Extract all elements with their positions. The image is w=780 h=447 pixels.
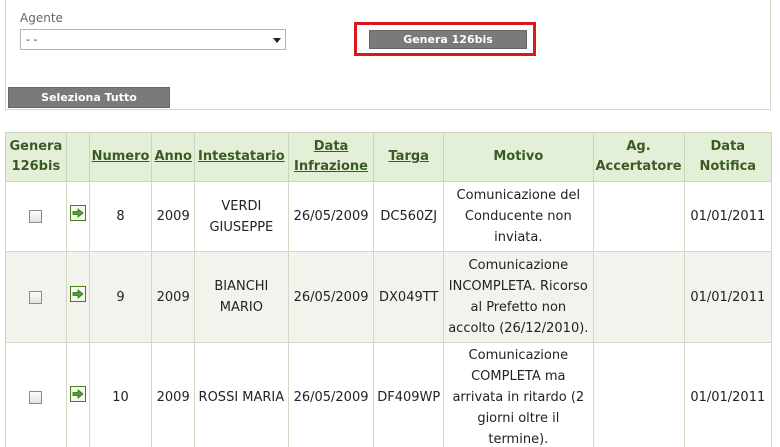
table-header-row: Genera 126bis Numero Anno Intestatario D… xyxy=(5,132,773,182)
row-action-cell xyxy=(65,251,90,343)
table-row: 8 2009 VERDI GIUSEPPE 26/05/2009 DC560ZJ… xyxy=(5,181,773,252)
arrow-go-icon[interactable] xyxy=(69,386,86,409)
table-row: 9 2009 BIANCHI MARIO 26/05/2009 DX049TT … xyxy=(5,251,773,343)
results-table: Genera 126bis Numero Anno Intestatario D… xyxy=(5,132,773,447)
header-motivo: Motivo xyxy=(443,132,594,182)
header-intestatario[interactable]: Intestatario xyxy=(193,132,289,182)
cell-ag-accertatore xyxy=(592,342,685,447)
cell-anno: 2009 xyxy=(151,342,195,447)
cell-data-infrazione: 26/05/2009 xyxy=(287,251,375,343)
cell-ag-accertatore xyxy=(592,181,685,252)
row-checkbox[interactable] xyxy=(29,210,43,223)
cell-data-infrazione: 26/05/2009 xyxy=(287,342,375,447)
arrow-go-icon[interactable] xyxy=(69,205,86,228)
row-action-cell xyxy=(65,342,90,447)
cell-targa: DF409WP xyxy=(373,342,445,447)
row-checkbox-cell xyxy=(5,181,67,252)
row-checkbox-cell xyxy=(5,251,67,343)
cell-data-infrazione: 26/05/2009 xyxy=(287,181,375,252)
cell-anno: 2009 xyxy=(151,251,195,343)
cell-data-notifica: 01/01/2011 xyxy=(683,342,773,447)
cell-numero: 9 xyxy=(88,251,153,343)
header-action xyxy=(65,132,90,182)
cell-intestatario: ROSSI MARIA xyxy=(193,342,289,447)
cell-data-notifica: 01/01/2011 xyxy=(683,251,773,343)
header-genera: Genera 126bis xyxy=(5,132,67,182)
cell-numero: 10 xyxy=(88,342,153,447)
chevron-down-icon xyxy=(273,38,281,43)
header-numero[interactable]: Numero xyxy=(88,132,153,182)
cell-motivo: Comunicazione INCOMPLETA. Ricorso al Pre… xyxy=(443,251,594,343)
arrow-go-icon[interactable] xyxy=(69,285,86,309)
cell-data-notifica: 01/01/2011 xyxy=(683,181,773,252)
cell-intestatario: VERDI GIUSEPPE xyxy=(193,181,289,252)
cell-motivo: Comunicazione COMPLETA ma arrivata in ri… xyxy=(443,342,594,447)
row-checkbox-cell xyxy=(5,342,67,447)
table-row: 10 2009 ROSSI MARIA 26/05/2009 DF409WP C… xyxy=(5,342,773,447)
row-checkbox[interactable] xyxy=(29,391,43,404)
header-anno[interactable]: Anno xyxy=(151,132,195,182)
agente-label: Agente xyxy=(20,11,63,25)
header-ag-accertatore: Ag. Accertatore xyxy=(592,132,685,182)
agente-select-value: - - xyxy=(26,33,38,46)
cell-anno: 2009 xyxy=(151,181,195,252)
cell-targa: DC560ZJ xyxy=(373,181,445,252)
header-data-infrazione[interactable]: Data Infrazione xyxy=(287,132,375,182)
cell-targa: DX049TT xyxy=(373,251,445,343)
highlight-box: Genera 126bis xyxy=(354,22,536,56)
agente-select[interactable]: - - xyxy=(20,29,286,50)
cell-numero: 8 xyxy=(88,181,153,252)
seleziona-tutto-button[interactable]: Seleziona Tutto xyxy=(8,87,170,108)
row-action-cell xyxy=(65,181,90,252)
filter-panel: Agente - - Genera 126bis Seleziona Tutto xyxy=(5,0,771,110)
genera-126bis-button[interactable]: Genera 126bis xyxy=(369,30,527,49)
cell-motivo: Comunicazione del Conducente non inviata… xyxy=(443,181,594,252)
header-data-notifica: Data Notifica xyxy=(683,132,773,182)
header-targa[interactable]: Targa xyxy=(373,132,445,182)
cell-intestatario: BIANCHI MARIO xyxy=(193,251,289,343)
cell-ag-accertatore xyxy=(592,251,685,343)
row-checkbox[interactable] xyxy=(29,290,43,304)
